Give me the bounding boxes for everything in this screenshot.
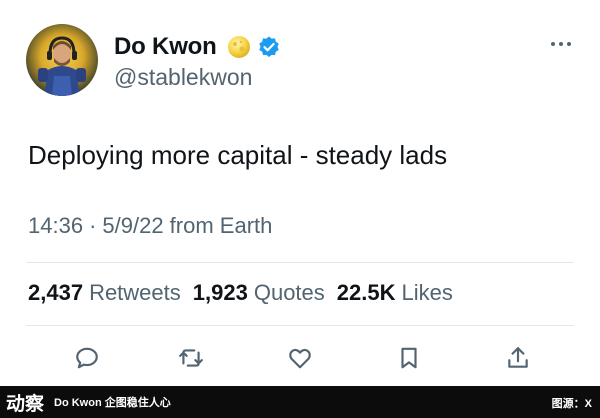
image-caption: Do Kwon 企图稳住人心 [54,397,171,409]
tweet-time[interactable]: 14:36 [28,213,83,239]
tweet-timestamp: 14:36 · 5/9/22 from Earth [28,213,272,239]
tweet-text: Deploying more capital - steady lads [28,140,448,170]
avatar-image [38,36,86,96]
share-icon[interactable] [503,340,533,376]
author-display-name[interactable]: Do Kwon [114,33,217,61]
retweets-count[interactable]: 2,437 [28,280,83,306]
meta-separator: · [89,213,97,238]
engagement-stats: 2,437 Retweets 1,923 Quotes 22.5K Likes [28,280,465,306]
like-icon[interactable] [285,340,315,376]
bookmark-icon[interactable] [394,340,424,376]
retweets-label[interactable]: Retweets [89,280,181,306]
caption-bar: 动察 Do Kwon 企图稳住人心 图源：X [0,386,600,418]
verified-badge-icon [257,35,281,59]
divider [26,262,574,263]
more-options-icon[interactable] [546,36,576,52]
quotes-count[interactable]: 1,923 [193,280,248,306]
tweet-actions [0,340,600,376]
author-handle[interactable]: @stablekwon [114,64,252,91]
retweet-icon[interactable] [176,340,206,376]
divider [26,325,574,326]
image-source: 图源：X [551,398,592,410]
likes-label[interactable]: Likes [402,280,453,306]
author-name-row: Do Kwon [114,32,281,62]
likes-count[interactable]: 22.5K [337,280,396,306]
quotes-label[interactable]: Quotes [254,280,325,306]
avatar[interactable] [26,24,98,96]
moon-emoji-icon [227,35,251,59]
tweet-date-source: 5/9/22 from Earth [102,213,273,238]
reply-icon[interactable] [72,340,102,376]
tweet-card: Do Kwon @stablekwon Deploying more capit… [0,0,600,386]
publisher-logo: 动察 [6,392,45,415]
